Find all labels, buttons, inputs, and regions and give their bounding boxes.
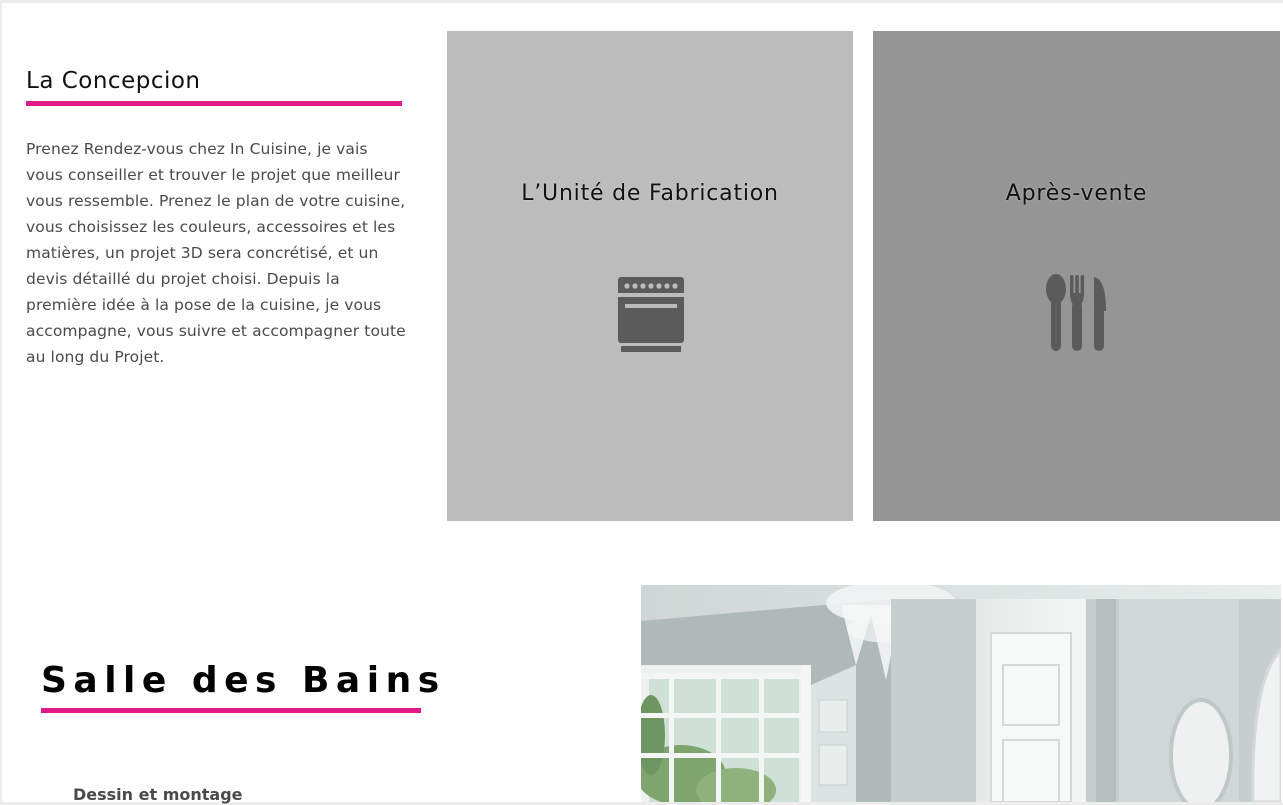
concept-description: Prenez Rendez-vous chez In Cuisine, je v… [26,140,406,366]
page-left-border [0,0,2,805]
bathroom-photo [641,585,1281,802]
concept-title: La Concepcion [26,68,201,94]
bathroom-title-underline [41,708,421,713]
card-apres-vente-title: Après-vente [1005,181,1148,206]
card-apres-vente[interactable]: Après-vente [873,31,1280,521]
bathroom-subtitle: Dessin et montage [73,785,243,804]
page-top-border [0,0,1283,3]
card-fabrication-title: L’Unité de Fabrication [521,181,779,206]
oven-icon [618,277,684,352]
bathroom-title: Salle des Bains [41,660,446,701]
card-fabrication[interactable]: L’Unité de Fabrication [447,31,853,521]
cutlery-icon [1046,274,1106,351]
concept-title-underline [26,101,402,106]
bathroom-photo-illustration [641,585,1281,802]
